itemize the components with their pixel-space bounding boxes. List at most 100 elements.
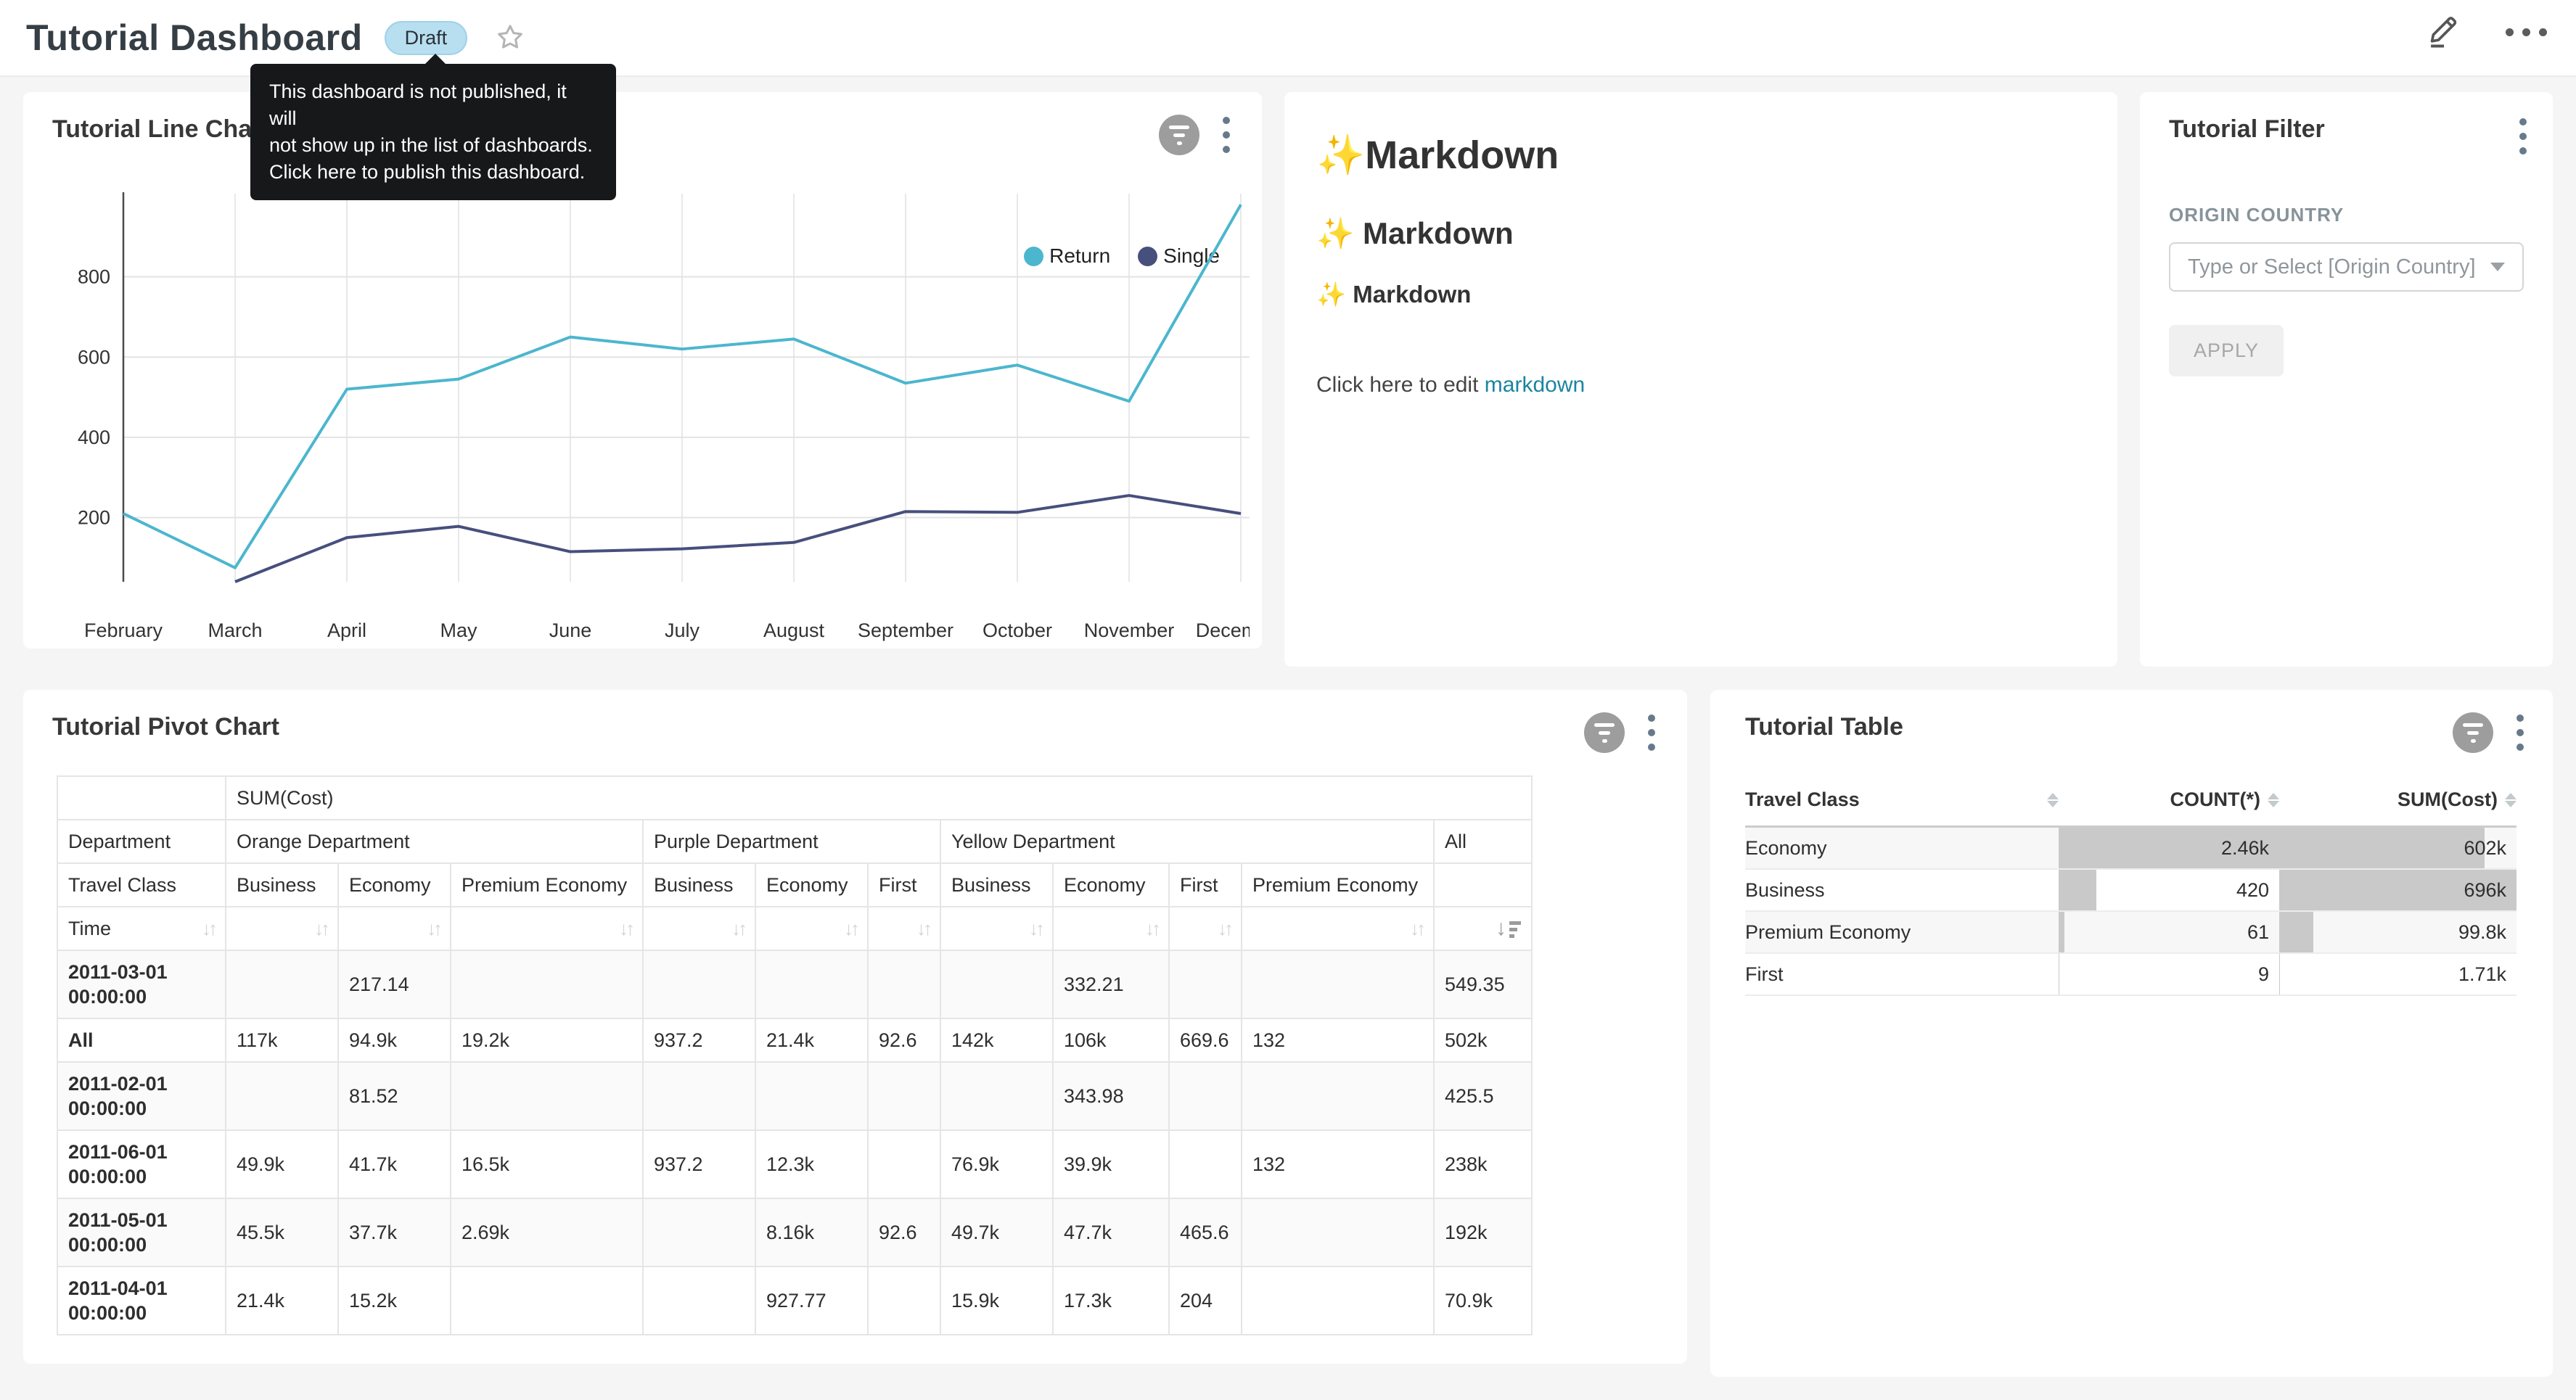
pivot-column-group: Purple Department [643,820,940,863]
pivot-cell [1242,1267,1434,1335]
pivot-cell: 669.6 [1169,1018,1242,1062]
pivot-travel-class-col: Economy [755,863,868,907]
sort-icon[interactable]: ↓↑ [427,916,440,941]
column-header-count[interactable]: COUNT(*) [2059,774,2279,827]
pivot-sort-cell[interactable]: ↓↑ [1053,907,1169,950]
header-more-menu-icon[interactable] [2506,13,2547,51]
pivot-sort-cell[interactable]: ↓↑ [226,907,338,950]
pivot-cell: 465.6 [1169,1198,1242,1267]
select-placeholder: Type or Select [Origin Country] [2188,255,2476,279]
pivot-time-header[interactable]: Time↓↑ [57,907,226,950]
travel-class-cell: Business [1745,869,2059,911]
pivot-kebab-menu-icon[interactable] [1644,712,1660,754]
line-chart-kebab-menu-icon[interactable] [1218,114,1234,156]
table-kebab-menu-icon[interactable] [2512,712,2528,754]
pivot-cell: 39.9k [1053,1130,1169,1198]
pivot-cell: 15.2k [338,1267,451,1335]
apply-button[interactable]: APPLY [2169,325,2284,376]
pivot-metric-header: SUM(Cost) [226,776,1532,820]
pivot-sort-cell[interactable]: ↓↑ [451,907,643,950]
filter-indicator-icon[interactable] [2453,712,2493,753]
sort-icon[interactable]: ↓↑ [1029,916,1042,941]
tooltip-line: Click here to publish this dashboard. [269,159,597,186]
sort-icon[interactable]: ↓↑ [202,916,215,941]
sort-icon[interactable]: ↓↑ [314,916,327,941]
count-cell: 61 [2059,911,2279,953]
markdown-edit-link[interactable]: markdown [1485,373,1585,397]
pivot-sort-cell[interactable]: ↓↑ [1242,907,1434,950]
pivot-cell: 142k [940,1018,1053,1062]
filter-card: Tutorial Filter ORIGIN COUNTRY Type or S… [2140,92,2553,667]
table-row: Premium Economy6199.8k [1745,911,2516,953]
sort-icon[interactable]: ↓↑ [916,916,930,941]
svg-text:600: 600 [78,346,110,368]
column-header-travel-class[interactable]: Travel Class [1745,774,2059,827]
pivot-cell: 549.35 [1434,950,1532,1018]
pivot-chart-card: Tutorial Pivot Chart SUM(Cost)Department… [23,690,1687,1364]
pivot-sort-cell[interactable]: ↓↑ [1169,907,1242,950]
status-badge[interactable]: Draft [385,21,468,55]
pivot-cell [1169,950,1242,1018]
filter-indicator-icon[interactable] [1584,712,1625,753]
pivot-sort-cell[interactable]: ↓↑ [868,907,940,950]
sort-icon[interactable]: ↓↑ [1410,916,1423,941]
svg-text:200: 200 [78,507,110,529]
pivot-cell: 117k [226,1018,338,1062]
pivot-row-header: 2011-02-01 00:00:00 [57,1062,226,1130]
pivot-cell: 132 [1242,1130,1434,1198]
pivot-cell: 238k [1434,1130,1532,1198]
count-cell: 420 [2059,869,2279,911]
svg-text:April: April [327,619,366,641]
edit-pencil-icon[interactable] [2424,13,2462,51]
line-chart-plot[interactable]: 200400600800FebruaryMarchAprilMayJuneJul… [45,186,1250,648]
markdown-paragraph: Click here to edit markdown [1316,373,2085,398]
page-title: Tutorial Dashboard [26,17,363,59]
pivot-cell [940,1062,1053,1130]
sort-icon[interactable]: ↓↑ [844,916,857,941]
pivot-cell [755,1062,868,1130]
origin-country-select[interactable]: Type or Select [Origin Country] [2169,242,2524,292]
pivot-sort-cell[interactable]: ↓ [1434,907,1532,950]
pivot-cell: 15.9k [940,1267,1053,1335]
pivot-cell: 192k [1434,1198,1532,1267]
pivot-cell [451,1267,643,1335]
sort-icon[interactable] [2505,793,2516,807]
pivot-cell: 92.6 [868,1198,940,1267]
pivot-cell: 37.7k [338,1198,451,1267]
sort-icon[interactable] [2047,793,2059,807]
table-card-title: Tutorial Table [1745,713,1903,741]
filter-kebab-menu-icon[interactable] [2515,115,2531,157]
sum-cost-cell: 1.71k [2279,953,2516,995]
sum-cost-cell: 99.8k [2279,911,2516,953]
pivot-sort-cell[interactable]: ↓↑ [643,907,755,950]
column-header-sum-cost[interactable]: SUM(Cost) [2279,774,2516,827]
pivot-cell [1242,1198,1434,1267]
pivot-dimension-label: Department [57,820,226,863]
star-icon[interactable] [493,21,527,54]
draft-tooltip: This dashboard is not published, it will… [250,64,616,200]
pivot-cell [868,1130,940,1198]
sort-icon[interactable]: ↓↑ [619,916,632,941]
pivot-sort-cell[interactable]: ↓↑ [755,907,868,950]
sort-icon[interactable]: ↓↑ [731,916,745,941]
pivot-travel-class-col: First [868,863,940,907]
sort-icon[interactable] [2268,793,2279,807]
tooltip-line: This dashboard is not published, it will [269,78,597,132]
markdown-card: ✨Markdown ✨ Markdown ✨ Markdown Click he… [1284,92,2117,667]
sort-descending-icon[interactable]: ↓ [1496,918,1521,939]
sort-icon[interactable]: ↓↑ [1145,916,1158,941]
pivot-cell: 425.5 [1434,1062,1532,1130]
pivot-cell: 47.7k [1053,1198,1169,1267]
markdown-h3: ✨ Markdown [1316,281,2085,309]
pivot-sort-cell[interactable]: ↓↑ [338,907,451,950]
pivot-travel-class-col: Business [226,863,338,907]
pivot-row-header: 2011-05-01 00:00:00 [57,1198,226,1267]
pivot-cell [868,1267,940,1335]
pivot-sort-cell[interactable]: ↓↑ [940,907,1053,950]
sort-icon[interactable]: ↓↑ [1218,916,1231,941]
pivot-cell [1169,1130,1242,1198]
svg-text:August: August [763,619,825,641]
pivot-cell: 927.77 [755,1267,868,1335]
pivot-cell: 41.7k [338,1130,451,1198]
filter-indicator-icon[interactable] [1159,115,1199,155]
